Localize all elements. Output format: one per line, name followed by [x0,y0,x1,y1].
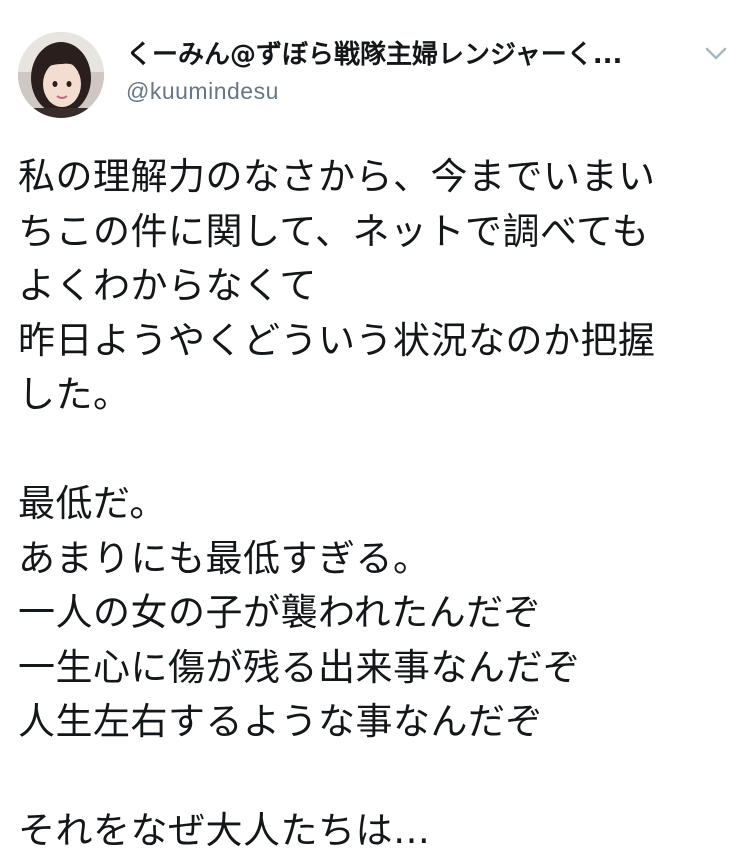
tweet-text-line: 最低だ。 [18,482,167,525]
profile-photo-icon [18,32,104,118]
tweet-text-line: それをなぜ大人たちは… [18,809,431,852]
tweet-text-line: 人生左右するような事なんだぞ [18,700,543,743]
tweet-text-line: ちこの件に関して、ネットで調べても [18,209,650,253]
tweet-text-line: あまりにも最低すぎる。 [18,536,431,580]
tweet-header: くーみん@ずぼら戦隊主婦レンジャーく... @kuumindesu [18,30,732,120]
tweet-text-line: 一生心に傷が残る出来事なんだぞ [18,645,581,689]
tweet-text-line: 私の理解力のなさから、今までいまい [18,155,656,198]
tweet-text: 私の理解力のなさから、今までいまい ちこの件に関して、ネットで調べても よくわか… [18,150,733,859]
author-names: くーみん@ずぼら戦隊主婦レンジャーく... @kuumindesu [126,38,686,106]
tweet-text-line: 昨日ようやくどういう状況なのか把握 [18,318,656,362]
tweet-text-line: 一人の女の子が襲われたんだぞ [18,591,542,634]
chevron-down-icon [705,47,727,60]
tweet-text-line: した。 [18,373,131,416]
display-name[interactable]: くーみん@ずぼら戦隊主婦レンジャーく... [126,38,686,72]
user-handle[interactable]: @kuumindesu [126,76,686,106]
tweet-text-line: よくわからなくて [18,264,317,307]
tweet: くーみん@ずぼら戦隊主婦レンジャーく... @kuumindesu 私の理解力の… [0,0,750,852]
tweet-menu-button[interactable] [702,44,730,64]
avatar[interactable] [18,32,104,118]
paragraph-break [18,423,733,478]
paragraph-break [18,750,733,805]
